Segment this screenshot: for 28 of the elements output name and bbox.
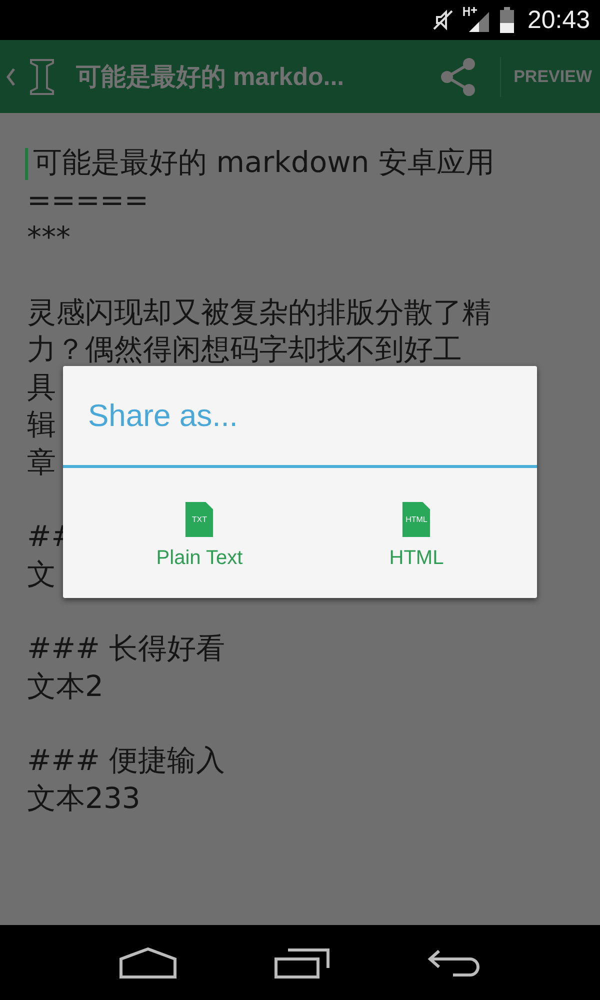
file-icon: HTML [402,502,430,537]
editor-text-line: 力？偶然得闲想码字却找不到好工 [27,331,462,368]
editor-text-line: ### 便捷输入 [27,742,226,779]
editor-text-line: 文本2 [27,668,104,704]
battery-icon [499,6,516,34]
home-icon[interactable] [118,946,177,978]
editor-text-line: *** [27,219,70,256]
text-cursor-icon [28,58,56,96]
back-icon[interactable] [427,948,482,978]
editor-text-line: 可能是最好的 markdown 安卓应用 [33,144,494,181]
document-title: 可能是最好的 markdo... [76,62,346,93]
file-icon: TXT [185,502,214,537]
recent-apps-icon[interactable] [274,946,330,978]
editor-text-line: 灵感闪现却又被复杂的排版分散了精 [27,294,491,330]
editor-text-line: 具 [27,368,56,406]
editor-text-line: 文本233 [27,780,140,816]
editor-text-line: ===== [27,182,148,218]
clock-time: 20:43 [527,6,590,34]
share-option[interactable]: TXT Plain Text [146,498,253,574]
mute-icon [431,8,456,32]
editor-text-line: 章 [27,444,56,480]
dialog-title: Share as... [87,397,239,432]
share-option[interactable]: HTML HTML [379,498,454,574]
editor-text-line: 辑 [27,406,56,443]
preview-button[interactable]: PREVIEW [500,60,600,92]
editor-text-line: ### 长得好看 [27,630,226,667]
signal-icon [463,6,492,34]
editor-text-line: 文 [27,556,56,592]
